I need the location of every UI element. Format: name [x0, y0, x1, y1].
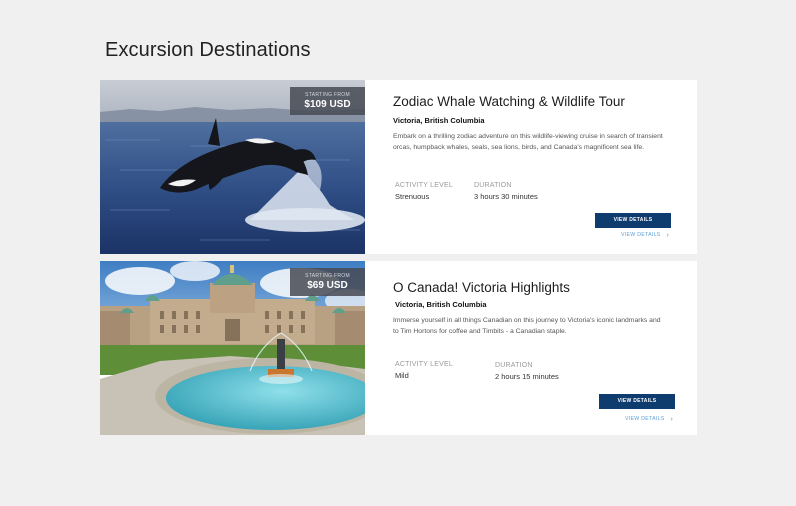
excursion-card: STARTING FROM $109 USD Zodiac Whale Watc…: [100, 80, 697, 254]
activity-level: ACTIVITY LEVEL Strenuous: [395, 182, 453, 201]
view-details-link[interactable]: VIEW DETAILS ›: [621, 231, 670, 239]
excursion-card: STARTING FROM $69 USD O Canada! Victoria…: [100, 261, 697, 435]
duration-label: DURATION: [495, 362, 533, 369]
price-label: STARTING FROM: [305, 92, 350, 98]
activity-level-value: Strenuous: [395, 192, 430, 201]
chevron-right-icon: ›: [666, 232, 670, 239]
view-details-button[interactable]: VIEW DETAILS: [595, 213, 671, 228]
excursion-location: Victoria, British Columbia: [395, 300, 487, 309]
price-amount: $109 USD: [304, 99, 351, 110]
excursion-description: Immerse yourself in all things Canadian …: [393, 317, 661, 335]
price-tag: STARTING FROM $69 USD: [290, 268, 365, 296]
activity-level-label: ACTIVITY LEVEL: [395, 361, 453, 368]
excursion-location: Victoria, British Columbia: [393, 116, 485, 125]
duration-value: 2 hours 15 minutes: [495, 372, 559, 381]
excursion-image-orca[interactable]: STARTING FROM $109 USD: [100, 80, 365, 254]
view-details-button[interactable]: VIEW DETAILS: [599, 394, 675, 409]
page-title: Excursion Destinations: [105, 39, 311, 61]
excursion-card-body: Zodiac Whale Watching & Wildlife Tour Vi…: [365, 80, 697, 254]
price-amount: $69 USD: [307, 280, 348, 291]
price-tag: STARTING FROM $109 USD: [290, 87, 365, 115]
view-details-link-label: VIEW DETAILS: [625, 416, 665, 422]
view-details-link[interactable]: VIEW DETAILS ›: [625, 415, 674, 423]
duration-value: 3 hours 30 minutes: [474, 192, 538, 201]
activity-level-label: ACTIVITY LEVEL: [395, 182, 453, 189]
view-details-link-label: VIEW DETAILS: [621, 232, 661, 238]
excursion-description: Embark on a thrilling zodiac adventure o…: [393, 133, 663, 151]
duration-label: DURATION: [474, 182, 512, 189]
excursion-card-body: O Canada! Victoria Highlights Victoria, …: [365, 261, 697, 435]
excursion-image-parliament[interactable]: STARTING FROM $69 USD: [100, 261, 365, 435]
activity-level: ACTIVITY LEVEL Mild: [395, 361, 453, 380]
price-label: STARTING FROM: [305, 273, 350, 279]
chevron-right-icon: ›: [670, 416, 674, 423]
excursion-title[interactable]: O Canada! Victoria Highlights: [393, 280, 570, 295]
activity-level-value: Mild: [395, 371, 409, 380]
duration: DURATION 2 hours 15 minutes: [495, 362, 559, 381]
excursion-title[interactable]: Zodiac Whale Watching & Wildlife Tour: [393, 94, 625, 109]
duration: DURATION 3 hours 30 minutes: [474, 182, 538, 201]
